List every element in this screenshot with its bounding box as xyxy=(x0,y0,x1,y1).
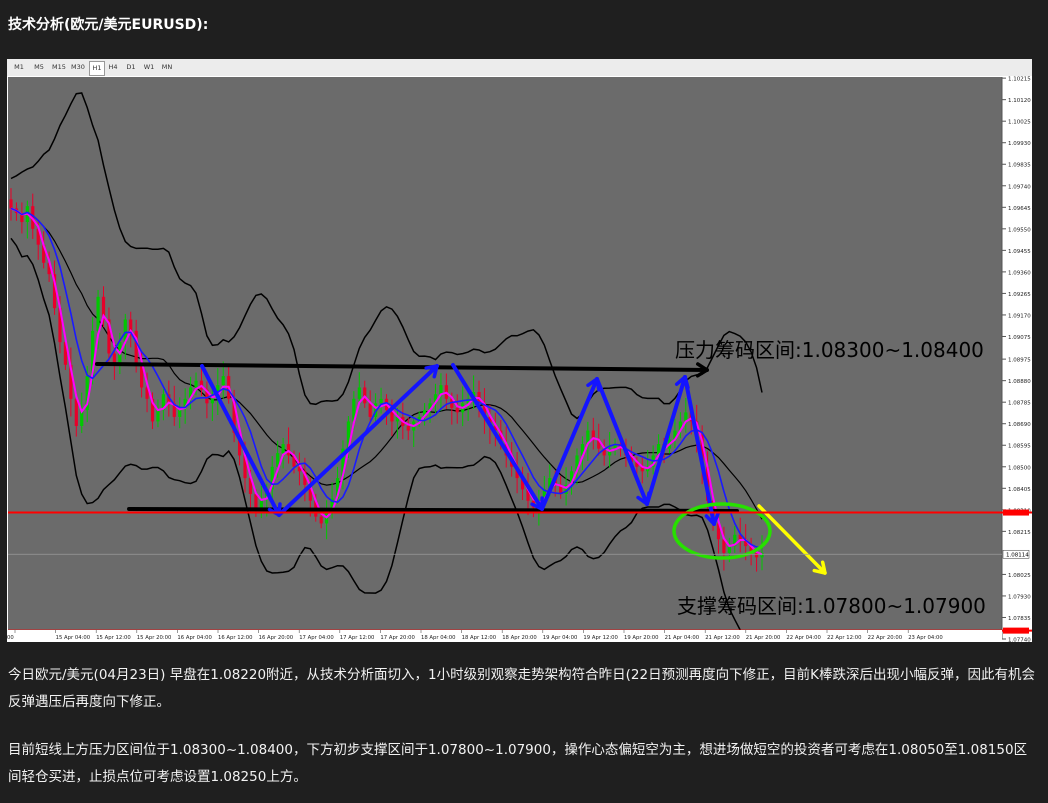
price-tick-label: 1.09550 xyxy=(1008,227,1031,233)
price-tick-label: 1.07930 xyxy=(1008,594,1031,600)
time-tick-label: 22 Apr 20:00 xyxy=(868,635,903,641)
price-tick-label: 1.09740 xyxy=(1008,184,1031,190)
price-tick-label: 1.07835 xyxy=(1008,616,1031,622)
candle-body xyxy=(379,398,383,404)
time-tick-label: 23 Apr 04:00 xyxy=(908,635,943,641)
candle-body xyxy=(368,403,372,417)
candle-body xyxy=(439,385,443,395)
price-tick-label: 1.08690 xyxy=(1008,422,1031,428)
time-tick-label: 19 Apr 12:00 xyxy=(583,635,618,641)
analysis-paragraph-1: 今日欧元/美元(04月23日) 早盘在1.08220附近，从技术分析面切入，1小… xyxy=(8,667,1035,710)
price-tick-label: 1.10215 xyxy=(1008,77,1031,83)
price-tick-label: 1.09455 xyxy=(1008,249,1031,255)
time-axis: 00 15 Apr 04:00 15 Apr 12:00 15 Apr 20:00 16… xyxy=(7,630,1002,642)
price-tick-label: 1.08595 xyxy=(1008,444,1031,450)
price-tick-label: 1.08500 xyxy=(1008,465,1031,471)
time-tick-label: 17 Apr 20:00 xyxy=(380,635,415,641)
support-zone-label: 支撑筹码区间:1.07800~1.07900 xyxy=(677,594,986,618)
price-tick-label: 1.09360 xyxy=(1008,270,1031,276)
time-tick-label: 21 Apr 20:00 xyxy=(746,635,781,641)
time-tick-label: 21 Apr 04:00 xyxy=(665,635,700,641)
time-tick-label: 22 Apr 04:00 xyxy=(786,635,821,641)
candle-body xyxy=(406,425,410,431)
price-tick-label: 1.09170 xyxy=(1008,313,1031,319)
price-tick-label: 1.08215 xyxy=(1008,530,1031,536)
price-tick-label: 1.09930 xyxy=(1008,141,1031,147)
price-tick-label: 1.09265 xyxy=(1008,292,1031,298)
candle-body xyxy=(156,410,160,422)
time-tick-label: 18 Apr 04:00 xyxy=(421,635,456,641)
price-tick-label: 1.09645 xyxy=(1008,206,1031,212)
time-tick-label: 15 Apr 12:00 xyxy=(96,635,131,641)
candle-body xyxy=(455,407,459,413)
price-tick-label: 1.07740 xyxy=(1008,638,1031,643)
chart-canvas: 压力筹码区间:1.08300~1.08400 支撑筹码区间:1.07800~1.… xyxy=(7,76,1032,643)
time-tick-label: 16 Apr 20:00 xyxy=(259,635,294,641)
price-tick-label: 1.08975 xyxy=(1008,358,1031,364)
article-heading: 技术分析(欧元/美元EURUSD): xyxy=(8,17,209,33)
candle-body xyxy=(9,199,13,209)
time-tick-label: 16 Apr 12:00 xyxy=(218,635,253,641)
red-level-tag xyxy=(1003,509,1029,516)
price-tick-label: 1.08025 xyxy=(1008,573,1031,579)
analysis-paragraph-2: 目前短线上方压力区间位于1.08300~1.08400，下方初步支撑区间于1.0… xyxy=(8,742,1028,785)
red-level-tag xyxy=(1003,627,1029,634)
price-tick-label: 1.10025 xyxy=(1008,120,1031,126)
candle-body xyxy=(74,398,78,426)
time-tick-label: 19 Apr 20:00 xyxy=(624,635,659,641)
time-tick-label: 18 Apr 20:00 xyxy=(502,635,537,641)
candle-body xyxy=(281,444,285,454)
current-price-label: 1.08114 xyxy=(1006,553,1029,559)
time-tick-label: 16 Apr 04:00 xyxy=(177,635,212,641)
resistance-zone-label: 压力筹码区间:1.08300~1.08400 xyxy=(675,338,984,362)
candle-body xyxy=(319,516,323,524)
price-tick-label: 1.09835 xyxy=(1008,163,1031,169)
price-tick-label: 1.08405 xyxy=(1008,487,1031,493)
candle-body xyxy=(357,387,361,399)
price-tick-label: 1.08785 xyxy=(1008,401,1031,407)
support-trendline xyxy=(127,507,739,513)
price-tick-label: 1.10120 xyxy=(1008,98,1031,104)
price-tick-label: 1.08880 xyxy=(1008,379,1031,385)
candle-body xyxy=(129,319,133,331)
price-chart: M1 M5 M15 M30 H1 H4 D1 W1 MN 压力筹码区间:1.08300~1.08… xyxy=(7,59,1032,642)
candle-body xyxy=(221,376,225,386)
time-tick-label: 15 Apr 20:00 xyxy=(137,635,172,641)
candle-body xyxy=(194,380,198,388)
time-tick-label: 17 Apr 04:00 xyxy=(299,635,334,641)
price-tick-label: 1.09075 xyxy=(1008,335,1031,341)
time-tick-label: 21 Apr 12:00 xyxy=(705,635,740,641)
candle-body xyxy=(210,398,214,404)
time-tick-label: 18 Apr 12:00 xyxy=(462,635,497,641)
time-tick-label: 00 xyxy=(7,635,14,641)
candle-body xyxy=(96,296,100,331)
time-tick-label: 17 Apr 12:00 xyxy=(340,635,375,641)
time-tick-label: 22 Apr 12:00 xyxy=(827,635,862,641)
time-tick-label: 19 Apr 04:00 xyxy=(543,635,578,641)
time-tick-label: 15 Apr 04:00 xyxy=(56,635,91,641)
